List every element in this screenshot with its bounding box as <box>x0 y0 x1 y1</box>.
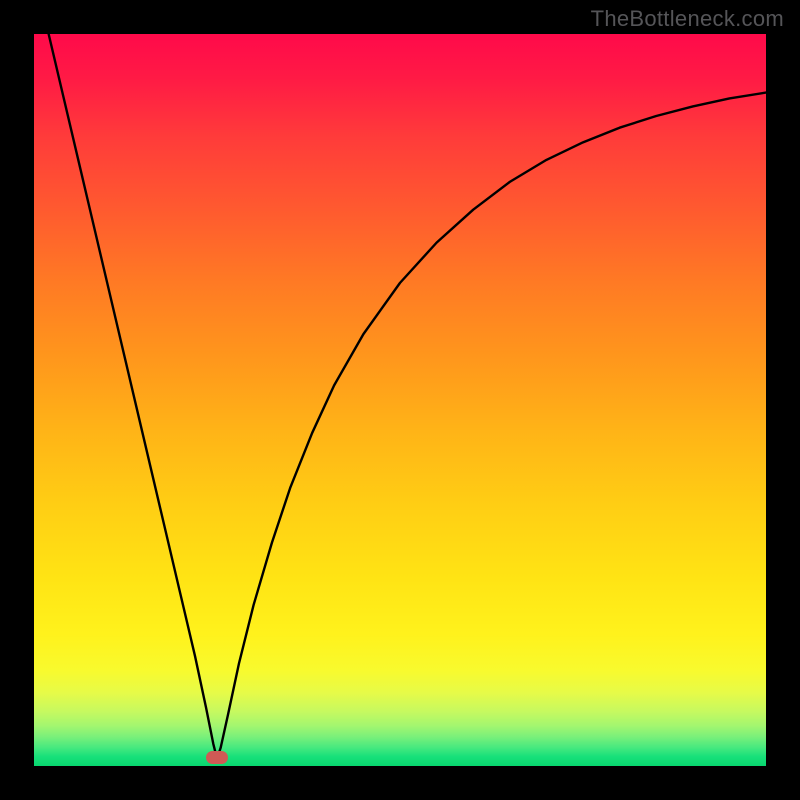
chart-frame: TheBottleneck.com <box>0 0 800 800</box>
watermark-text: TheBottleneck.com <box>591 6 784 32</box>
curve-layer <box>34 34 766 766</box>
optimal-point-marker <box>206 751 228 764</box>
bottleneck-curve <box>49 34 766 759</box>
plot-area <box>34 34 766 766</box>
